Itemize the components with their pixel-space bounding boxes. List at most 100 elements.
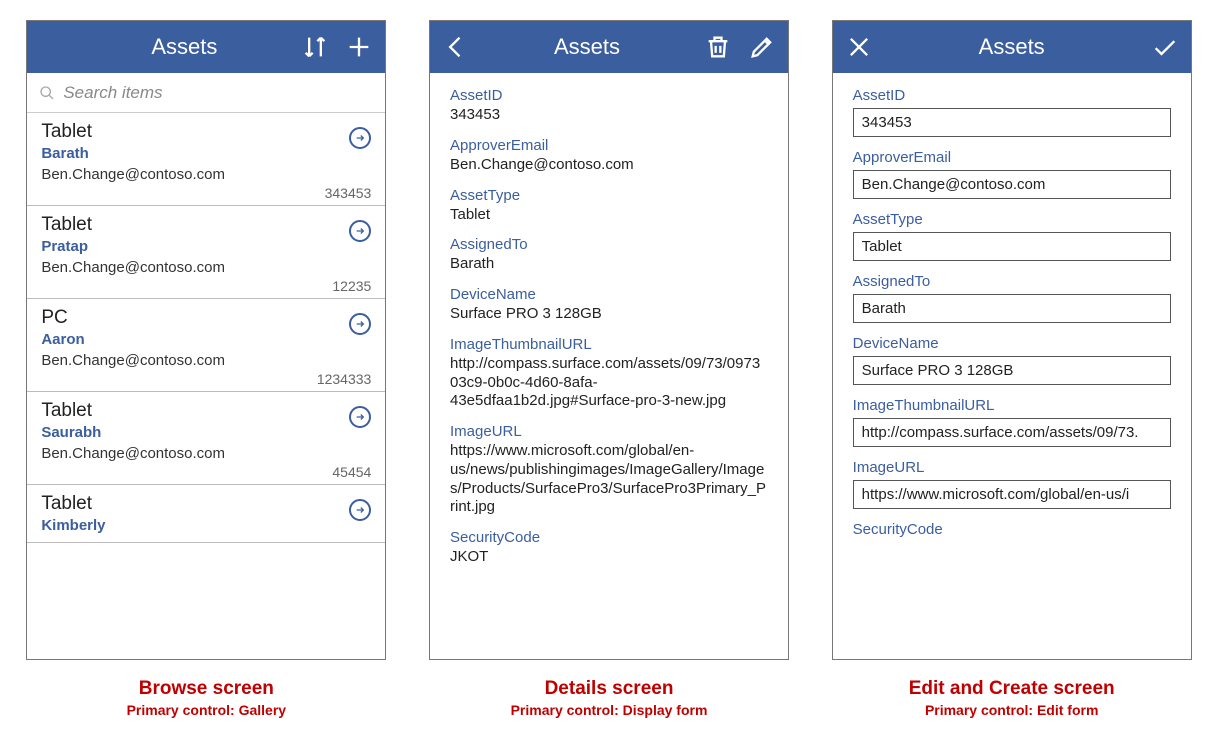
- edit-field: ImageThumbnailURL: [853, 397, 1171, 447]
- imagethumbnailurl-input[interactable]: [853, 418, 1171, 447]
- item-email: Ben.Change@contoso.com: [41, 352, 371, 369]
- field-label: AssetType: [450, 187, 768, 204]
- gallery-item[interactable]: PC Aaron Ben.Change@contoso.com 1234333: [27, 299, 385, 392]
- details-header: Assets: [430, 21, 788, 73]
- edit-header: Assets: [833, 21, 1191, 73]
- edit-screen: Assets AssetID ApproverEmail AssetType: [832, 20, 1192, 660]
- field-value: Ben.Change@contoso.com: [450, 156, 768, 175]
- field-label: AssignedTo: [853, 273, 1171, 290]
- item-assigned: Barath: [41, 145, 371, 162]
- field-label: DeviceName: [853, 335, 1171, 352]
- gallery-item[interactable]: Tablet Pratap Ben.Change@contoso.com 122…: [27, 206, 385, 299]
- field-label: AssetType: [853, 211, 1171, 228]
- detail-field: DeviceName Surface PRO 3 128GB: [450, 286, 768, 324]
- details-caption: Details screen Primary control: Display …: [511, 678, 708, 718]
- display-form: AssetID 343453 ApproverEmail Ben.Change@…: [430, 73, 788, 659]
- edit-field: AssetType: [853, 211, 1171, 261]
- field-value: JKOT: [450, 548, 768, 567]
- imageurl-input[interactable]: [853, 480, 1171, 509]
- browse-caption: Browse screen Primary control: Gallery: [127, 678, 287, 718]
- detail-field: AssetType Tablet: [450, 187, 768, 225]
- detail-field: SecurityCode JKOT: [450, 529, 768, 567]
- edit-field: DeviceName: [853, 335, 1171, 385]
- item-id: 343453: [41, 185, 371, 201]
- item-title: Tablet: [41, 121, 371, 143]
- field-label: ApproverEmail: [853, 149, 1171, 166]
- edit-field: AssignedTo: [853, 273, 1171, 323]
- caption-title: Browse screen: [127, 678, 287, 700]
- edit-caption: Edit and Create screen Primary control: …: [909, 678, 1115, 718]
- caption-subtitle: Primary control: Display form: [511, 702, 708, 718]
- field-label: ImageThumbnailURL: [853, 397, 1171, 414]
- browse-screen: Assets Search items Tablet Barath Ben.Ch…: [26, 20, 386, 660]
- caption-subtitle: Primary control: Edit form: [909, 702, 1115, 718]
- field-label: ImageThumbnailURL: [450, 336, 768, 353]
- item-id: 45454: [41, 464, 371, 480]
- back-icon[interactable]: [442, 33, 470, 61]
- item-assigned: Pratap: [41, 238, 371, 255]
- edit-field: ImageURL: [853, 459, 1171, 509]
- item-title: Tablet: [41, 400, 371, 422]
- field-label: ApproverEmail: [450, 137, 768, 154]
- item-title: PC: [41, 307, 371, 329]
- item-assigned: Aaron: [41, 331, 371, 348]
- assetid-input[interactable]: [853, 108, 1171, 137]
- edit-field: SecurityCode: [853, 521, 1171, 538]
- assettype-input[interactable]: [853, 232, 1171, 261]
- submit-icon[interactable]: [1151, 33, 1179, 61]
- gallery[interactable]: Tablet Barath Ben.Change@contoso.com 343…: [27, 113, 385, 659]
- item-assigned: Saurabh: [41, 424, 371, 441]
- field-value: https://www.microsoft.com/global/en-us/n…: [450, 442, 768, 517]
- edit-icon[interactable]: [748, 33, 776, 61]
- detail-field: ImageURL https://www.microsoft.com/globa…: [450, 423, 768, 517]
- detail-field: AssetID 343453: [450, 87, 768, 125]
- gallery-item[interactable]: Tablet Kimberly: [27, 485, 385, 543]
- gallery-item[interactable]: Tablet Barath Ben.Change@contoso.com 343…: [27, 113, 385, 206]
- caption-title: Details screen: [511, 678, 708, 700]
- item-id: 12235: [41, 278, 371, 294]
- item-email: Ben.Change@contoso.com: [41, 445, 371, 462]
- item-assigned: Kimberly: [41, 517, 371, 534]
- item-title: Tablet: [41, 493, 371, 515]
- edit-form: AssetID ApproverEmail AssetType Assigned…: [833, 73, 1191, 659]
- field-value: http://compass.surface.com/assets/09/73/…: [450, 355, 768, 411]
- item-email: Ben.Change@contoso.com: [41, 166, 371, 183]
- devicename-input[interactable]: [853, 356, 1171, 385]
- field-label: ImageURL: [450, 423, 768, 440]
- edit-field: AssetID: [853, 87, 1171, 137]
- sort-icon[interactable]: [301, 33, 329, 61]
- field-value: Surface PRO 3 128GB: [450, 305, 768, 324]
- details-screen: Assets AssetID 343453 ApproverEmail Ben.…: [429, 20, 789, 660]
- browse-screen-wrapper: Assets Search items Tablet Barath Ben.Ch…: [20, 20, 393, 722]
- field-value: 343453: [450, 106, 768, 125]
- browse-title: Assets: [67, 34, 301, 60]
- assignedto-input[interactable]: [853, 294, 1171, 323]
- cancel-icon[interactable]: [845, 33, 873, 61]
- approveremail-input[interactable]: [853, 170, 1171, 199]
- field-label: AssetID: [450, 87, 768, 104]
- delete-icon[interactable]: [704, 33, 732, 61]
- item-id: 1234333: [41, 371, 371, 387]
- field-label: SecurityCode: [450, 529, 768, 546]
- search-placeholder: Search items: [63, 83, 162, 103]
- details-screen-wrapper: Assets AssetID 343453 ApproverEmail Ben.…: [423, 20, 796, 722]
- detail-field: ApproverEmail Ben.Change@contoso.com: [450, 137, 768, 175]
- edit-screen-wrapper: Assets AssetID ApproverEmail AssetType: [825, 20, 1198, 722]
- edit-title: Assets: [873, 34, 1151, 60]
- search-icon: [39, 85, 55, 101]
- details-title: Assets: [470, 34, 704, 60]
- gallery-item[interactable]: Tablet Saurabh Ben.Change@contoso.com 45…: [27, 392, 385, 485]
- caption-subtitle: Primary control: Gallery: [127, 702, 287, 718]
- detail-field: AssignedTo Barath: [450, 236, 768, 274]
- field-label: ImageURL: [853, 459, 1171, 476]
- field-label: AssetID: [853, 87, 1171, 104]
- browse-header: Assets: [27, 21, 385, 73]
- field-label: DeviceName: [450, 286, 768, 303]
- caption-title: Edit and Create screen: [909, 678, 1115, 700]
- item-title: Tablet: [41, 214, 371, 236]
- search-bar[interactable]: Search items: [27, 73, 385, 113]
- field-value: Barath: [450, 255, 768, 274]
- add-icon[interactable]: [345, 33, 373, 61]
- edit-field: ApproverEmail: [853, 149, 1171, 199]
- field-value: Tablet: [450, 206, 768, 225]
